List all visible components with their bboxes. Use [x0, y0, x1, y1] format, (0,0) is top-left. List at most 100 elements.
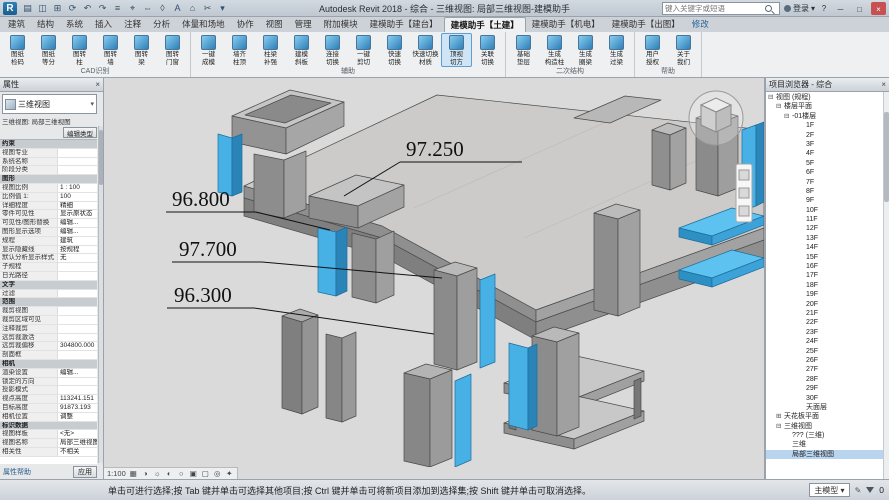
property-row[interactable]: 阶段分类 — [0, 166, 97, 175]
properties-scrollbar[interactable] — [98, 126, 103, 463]
filter-icon[interactable] — [866, 487, 874, 493]
property-row[interactable]: 规程 建筑 — [0, 237, 97, 246]
expander-icon[interactable]: ⊞ — [776, 412, 784, 421]
ribbon-tab[interactable]: 管理 — [289, 17, 318, 32]
tree-item[interactable]: 25F — [766, 347, 889, 356]
property-row[interactable]: 投影模式 — [0, 386, 97, 395]
tree-item[interactable]: ⊟ 视图 (规程) — [766, 93, 889, 102]
ribbon-tab[interactable]: 注释 — [118, 17, 147, 32]
tree-item[interactable]: 9F — [766, 196, 889, 205]
dimension-icon[interactable]: ⇔ — [141, 2, 154, 15]
sync-icon[interactable]: ⟳ — [66, 2, 79, 15]
property-row[interactable]: 标识数据 — [0, 422, 97, 431]
expander-icon[interactable]: ⊟ — [768, 93, 776, 102]
property-row[interactable]: 子规程 — [0, 263, 97, 272]
tree-item[interactable]: 6F — [766, 168, 889, 177]
ribbon-tab[interactable]: 建模助手【机电】 — [526, 17, 606, 32]
tree-item[interactable]: 14F — [766, 243, 889, 252]
ribbon-tab[interactable]: 附加模块 — [318, 17, 364, 32]
tree-item[interactable]: 8F — [766, 187, 889, 196]
undo-icon[interactable]: ↶ — [81, 2, 94, 15]
tree-item[interactable]: 23F — [766, 328, 889, 337]
tree-item[interactable]: 三维 — [766, 440, 889, 449]
property-row[interactable]: 比例值 1: 100 — [0, 193, 97, 202]
redo-icon[interactable]: ↷ — [96, 2, 109, 15]
tree-item[interactable]: ??? (三维) — [766, 431, 889, 440]
browser-scrollbar[interactable] — [883, 92, 889, 479]
property-row[interactable]: 可见性/图形替换 编辑... — [0, 219, 97, 228]
property-row[interactable]: 范围 — [0, 298, 97, 307]
tree-item[interactable]: 22F — [766, 318, 889, 327]
rendering-icon[interactable]: ○ — [176, 468, 187, 479]
tree-item[interactable]: 10F — [766, 206, 889, 215]
property-row[interactable]: 零件可见性 显示原状态 — [0, 210, 97, 219]
ribbon-button[interactable]: 连接切换 — [317, 33, 348, 67]
search-icon[interactable] — [765, 5, 772, 12]
property-row[interactable]: 相机位置 调整 — [0, 413, 97, 422]
tree-item[interactable]: 18F — [766, 281, 889, 290]
tree-item[interactable]: ⊞ 天花板平面 — [766, 412, 889, 421]
navigation-bar[interactable] — [736, 164, 752, 222]
property-row[interactable]: 视图比例 1 : 100 — [0, 184, 97, 193]
close-button[interactable]: × — [871, 2, 886, 15]
viewcube[interactable] — [689, 91, 743, 145]
ribbon-tab[interactable]: 协作 — [231, 17, 260, 32]
shadows-icon[interactable]: ◐ — [164, 468, 175, 479]
ribbon-button[interactable]: 生成圈梁 — [570, 33, 601, 67]
crop-region-icon[interactable]: ▢ — [200, 468, 211, 479]
tree-item[interactable]: 12F — [766, 224, 889, 233]
property-row[interactable]: 详细程度 精细 — [0, 202, 97, 211]
property-row[interactable]: 默认分析显示样式 无 — [0, 254, 97, 263]
property-row[interactable]: 视图专业 — [0, 149, 97, 158]
revit-logo-icon[interactable]: R — [3, 2, 17, 15]
ribbon-tab[interactable]: 系统 — [60, 17, 89, 32]
property-row[interactable]: 剖面框 — [0, 351, 97, 360]
property-row[interactable]: 远剪裁激活 — [0, 334, 97, 343]
expander-icon[interactable]: ⊟ — [776, 422, 784, 431]
open-icon[interactable]: ◫ — [36, 2, 49, 15]
visual-style-icon[interactable]: ◑ — [140, 468, 151, 479]
tree-item[interactable]: 30F — [766, 394, 889, 403]
property-row[interactable]: 视点高度 113241.151 — [0, 395, 97, 404]
tree-item[interactable]: 天面层 — [766, 403, 889, 412]
edit-type-button[interactable]: 编辑类型 — [63, 127, 97, 138]
tree-item[interactable]: 局部三维视图 — [766, 450, 889, 459]
expander-icon[interactable]: ⊟ — [784, 112, 792, 121]
ribbon-button[interactable]: 一键成模 — [193, 33, 224, 67]
tree-item[interactable]: 13F — [766, 234, 889, 243]
tree-item[interactable]: 24F — [766, 337, 889, 346]
search-box[interactable] — [662, 2, 780, 15]
ribbon-tab[interactable]: 建模助手【建台】 — [364, 17, 444, 32]
tree-item[interactable]: ⊟ 楼层平面 — [766, 102, 889, 111]
ribbon-button[interactable]: 关联切换 — [472, 33, 503, 67]
text-icon[interactable]: A — [171, 2, 184, 15]
property-row[interactable]: 系统名称 — [0, 158, 97, 167]
measure-icon[interactable]: ⌖ — [126, 2, 139, 15]
tree-item[interactable]: ⊟ 三维视图 — [766, 422, 889, 431]
ribbon-button[interactable]: 图转墙 — [95, 33, 126, 67]
ribbon-tab[interactable]: 体量和场地 — [176, 17, 231, 32]
apply-button[interactable]: 应用 — [73, 466, 97, 478]
tree-item[interactable]: ⊟ -01楼层 — [766, 112, 889, 121]
ribbon-button[interactable]: 墙齐柱顶 — [224, 33, 255, 67]
tree-item[interactable]: 3F — [766, 140, 889, 149]
ribbon-tab[interactable]: 结构 — [31, 17, 60, 32]
property-row[interactable]: 约束 — [0, 140, 97, 149]
default-3d-view-icon[interactable]: ⌂ — [186, 2, 199, 15]
property-row[interactable]: 裁剪视图 — [0, 307, 97, 316]
type-selector[interactable]: 三维视图 ▾ — [2, 94, 97, 114]
scrollbar-thumb[interactable] — [99, 130, 103, 185]
ribbon-tab[interactable]: 视图 — [260, 17, 289, 32]
print-icon[interactable]: ≡ — [111, 2, 124, 15]
login-button[interactable]: 登录 ▾ — [784, 3, 815, 14]
tree-item[interactable]: 15F — [766, 253, 889, 262]
property-row[interactable]: 过滤 — [0, 290, 97, 299]
ribbon-button[interactable]: 关于我们 — [668, 33, 699, 67]
3d-view[interactable]: 97.250 96.800 97.700 96.300 — [104, 78, 765, 467]
tree-item[interactable]: 4F — [766, 149, 889, 158]
tree-item[interactable]: 2F — [766, 131, 889, 140]
ribbon-tab[interactable]: 建模助手【出图】 — [606, 17, 686, 32]
ribbon-button[interactable]: 基础垫层 — [508, 33, 539, 67]
property-row[interactable]: 日光路径 — [0, 272, 97, 281]
ribbon-button[interactable]: 图转梁 — [126, 33, 157, 67]
